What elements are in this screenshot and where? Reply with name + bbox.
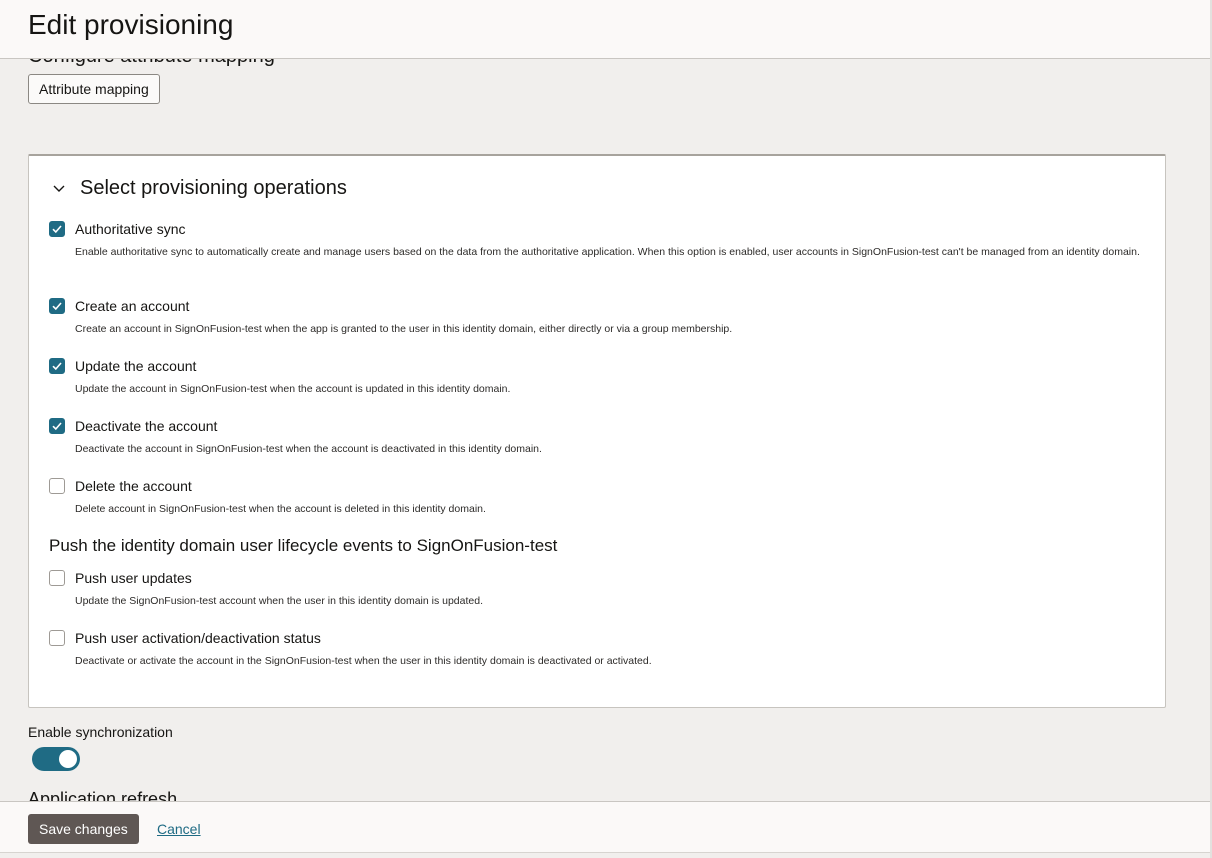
option-description: Deactivate or activate the account in th… [75,655,652,667]
page-title: Edit provisioning [28,9,234,40]
checkbox-create-account[interactable] [49,298,65,314]
option-label: Update the account [75,358,197,374]
save-changes-button[interactable]: Save changes [28,814,139,844]
toggle-knob [59,750,77,768]
enable-synchronization-label: Enable synchronization [28,724,173,740]
option-label: Authoritative sync [75,221,186,237]
option-label: Push user updates [75,570,192,586]
page-header: Edit provisioning [0,0,1212,59]
checkbox-deactivate-account[interactable] [49,418,65,434]
panel-title: Select provisioning operations [80,176,347,199]
option-description: Enable authoritative sync to automatical… [75,246,1140,258]
provisioning-operations-panel: Select provisioning operations Authorita… [28,154,1166,708]
push-events-heading: Push the identity domain user lifecycle … [49,536,558,555]
page-footer: Save changes Cancel [0,801,1212,853]
panel-header[interactable]: Select provisioning operations [51,174,347,202]
attribute-mapping-button[interactable]: Attribute mapping [28,74,160,104]
application-refresh-heading: Application refresh [28,789,178,801]
option-description: Delete account in SignOnFusion-test when… [75,503,486,515]
chevron-down-icon[interactable] [51,180,67,196]
checkbox-push-user-updates[interactable] [49,570,65,586]
option-description: Update the account in SignOnFusion-test … [75,383,511,395]
page-body: Configure attribute mapping Attribute ma… [0,59,1212,801]
option-label: Deactivate the account [75,418,218,434]
option-label: Delete the account [75,478,192,494]
option-description: Create an account in SignOnFusion-test w… [75,323,733,335]
option-description: Deactivate the account in SignOnFusion-t… [75,443,542,455]
cancel-link[interactable]: Cancel [157,821,201,837]
option-label: Push user activation/deactivation status [75,630,321,646]
option-description: Update the SignOnFusion-test account whe… [75,595,483,607]
option-label: Create an account [75,298,190,314]
enable-synchronization-toggle[interactable] [32,747,80,771]
checkbox-update-account[interactable] [49,358,65,374]
checkbox-delete-account[interactable] [49,478,65,494]
checkbox-push-activation-status[interactable] [49,630,65,646]
attribute-mapping-heading: Configure attribute mapping [28,59,275,68]
checkbox-authoritative-sync[interactable] [49,221,65,237]
